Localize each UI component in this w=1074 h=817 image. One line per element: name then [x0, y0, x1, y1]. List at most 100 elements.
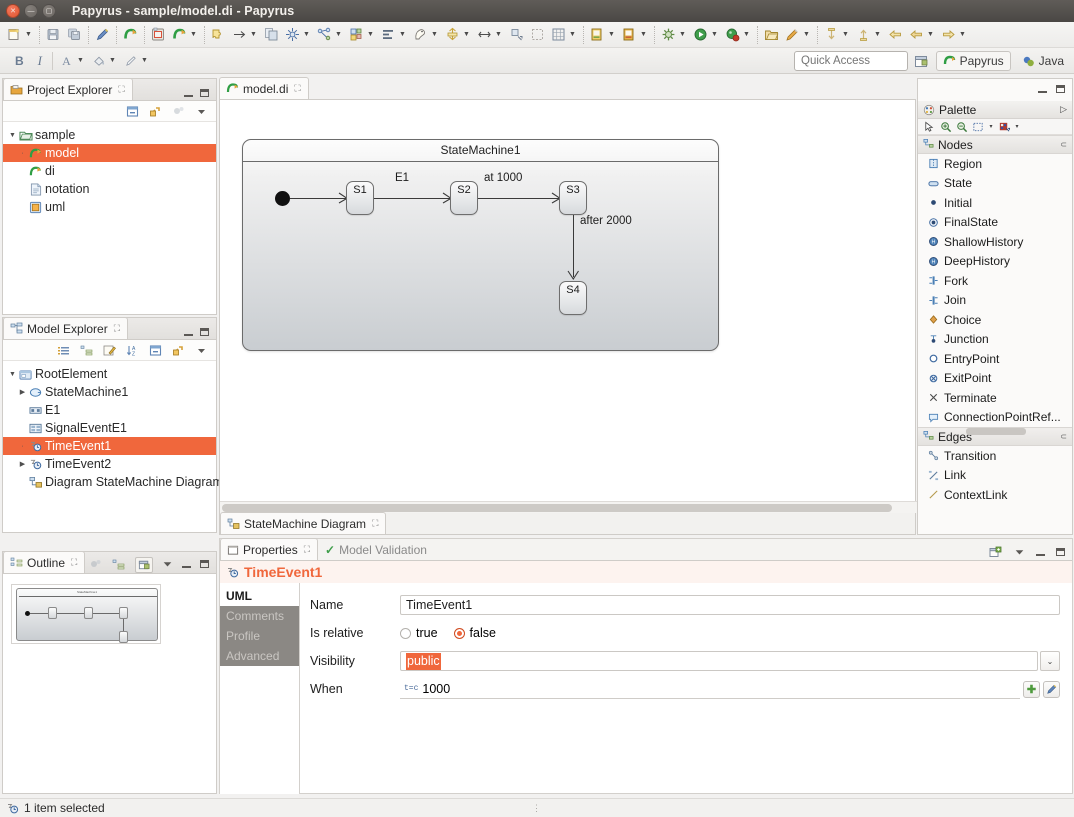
tree-item-e1[interactable]: E1 [3, 401, 216, 419]
maximize-icon[interactable] [1056, 84, 1065, 96]
view-menu-icon[interactable] [194, 104, 208, 118]
chevron-down-icon[interactable]: ▼ [606, 31, 617, 38]
toolbar-new-wizard[interactable]: ▼ [4, 24, 36, 46]
status-resize-grip[interactable]: ⋮ [532, 803, 542, 814]
collapse-all-icon[interactable] [125, 104, 139, 118]
minimize-icon[interactable] [184, 328, 193, 339]
palette-item-join[interactable]: Join [918, 291, 1072, 311]
chevron-down-icon[interactable]: ▼ [638, 31, 649, 38]
toolbar-bird-view[interactable]: ▼ [410, 24, 442, 46]
toolbar-open-folder[interactable] [761, 24, 782, 46]
page-icon[interactable] [89, 558, 103, 572]
close-icon[interactable]: ⛶ [372, 518, 378, 529]
tree-icon[interactable] [112, 558, 126, 572]
visibility-input[interactable]: public [400, 651, 1038, 671]
chevron-down-icon[interactable]: ▼ [188, 31, 199, 38]
close-icon[interactable]: ⛶ [71, 557, 77, 568]
toolbar-link-puzzle[interactable] [208, 24, 229, 46]
maximize-icon[interactable] [1056, 547, 1065, 559]
zoom-out-icon[interactable] [955, 121, 969, 133]
toolbar-forward[interactable]: ▼ [938, 24, 970, 46]
close-icon[interactable]: ⛶ [304, 544, 310, 555]
maximize-button[interactable]: ▢ [42, 4, 56, 18]
chevron-down-icon[interactable]: ▼ [801, 31, 812, 38]
open-perspective-icon[interactable] [913, 52, 931, 70]
toolbar-align-grid[interactable]: ▼ [346, 24, 378, 46]
palette-item-exitpoint[interactable]: ExitPoint [918, 369, 1072, 389]
transition-label-at1000[interactable]: at 1000 [484, 172, 522, 184]
palette-item-terminate[interactable]: Terminate [918, 388, 1072, 408]
close-icon[interactable]: ⛶ [118, 84, 124, 95]
tab-project-explorer[interactable]: Project Explorer ⛶ [3, 78, 133, 100]
palette-item-initial[interactable]: Initial [918, 193, 1072, 213]
italic-button[interactable]: I [31, 50, 49, 72]
transition-label-e1[interactable]: E1 [395, 172, 409, 184]
close-button[interactable]: ✕ [6, 4, 20, 18]
properties-tab-comments[interactable]: Comments [220, 606, 299, 626]
list-icon[interactable] [56, 343, 70, 357]
palette-item-shallowhistory[interactable]: H ShallowHistory [918, 232, 1072, 252]
tab-model-di[interactable]: model.di ⛶ [219, 77, 309, 99]
marquee-icon[interactable] [971, 121, 985, 133]
tree-item-statemachine1[interactable]: ▶ StateMachine1 [3, 383, 216, 401]
chevron-down-icon[interactable]: ▼ [23, 31, 34, 38]
toolbar-open-type[interactable]: ▼ [587, 24, 619, 46]
collapse-all-icon[interactable] [148, 343, 162, 357]
palette-item-connectionpointref-[interactable]: ConnectionPointRef... [918, 408, 1072, 428]
state-s2[interactable]: S2 [450, 181, 478, 215]
line-color-button[interactable]: ▼ [120, 50, 152, 72]
tab-model-explorer[interactable]: Model Explorer ⛶ [3, 317, 129, 339]
chevron-down-icon[interactable]: ▼ [872, 31, 883, 38]
minimize-icon[interactable] [1038, 85, 1047, 96]
chevron-down-icon[interactable]: ▼ [301, 31, 312, 38]
select-tool-icon[interactable] [921, 121, 937, 133]
chevron-down-icon[interactable]: ▼ [709, 31, 720, 38]
chevron-down-icon[interactable]: ▼ [7, 371, 18, 378]
chevron-down-icon[interactable]: ▼ [461, 31, 472, 38]
chevron-down-icon[interactable]: ▼ [248, 31, 259, 38]
format-icon[interactable] [997, 121, 1011, 133]
tree-item-sample[interactable]: ▼ sample [3, 126, 216, 144]
sort-az-icon[interactable]: AZ [125, 343, 139, 357]
when-edit-button[interactable] [1043, 680, 1060, 698]
minimize-button[interactable]: — [24, 4, 38, 18]
toolbar-edit-pencil[interactable] [92, 24, 113, 46]
transition-s1-s2[interactable] [374, 198, 450, 199]
state-s4[interactable]: S4 [559, 281, 587, 315]
palette-item-region[interactable]: Region [918, 154, 1072, 174]
marquee-dropdown-icon[interactable]: ▾ [987, 123, 995, 130]
perspective-java[interactable]: Java [1016, 52, 1070, 70]
chevron-right-icon[interactable]: ▶ [17, 388, 28, 396]
toolbar-arrange-nodes[interactable]: ▼ [314, 24, 346, 46]
toolbar-snap-back[interactable] [506, 24, 527, 46]
palette-scrollbar-thumb[interactable] [966, 428, 1026, 435]
tree-item-notation[interactable]: notation [3, 180, 216, 198]
tree-icon[interactable] [79, 343, 93, 357]
tree-item-uml[interactable]: uml [3, 198, 216, 216]
tab-properties[interactable]: Properties ⛶ [220, 538, 319, 560]
chevron-down-icon[interactable]: ▼ [139, 57, 150, 64]
edit-icon[interactable] [102, 343, 116, 357]
toolbar-papyrus-perspective[interactable] [120, 24, 141, 46]
palette-header[interactable]: Palette ▷ [918, 101, 1072, 119]
maximize-icon[interactable] [200, 328, 209, 339]
toolbar-save-all[interactable] [64, 24, 85, 46]
transition-s2-s3[interactable] [478, 198, 559, 199]
chevron-down-icon[interactable]: ▼ [397, 31, 408, 38]
toolbar-search[interactable]: ▼ [782, 24, 814, 46]
chevron-down-icon[interactable]: ▼ [333, 31, 344, 38]
toolbar-new-papyrus-model[interactable] [148, 24, 169, 46]
tree-item-timeevent1[interactable]: · TimeEvent1 [3, 437, 216, 455]
palette-item-entrypoint[interactable]: EntryPoint [918, 349, 1072, 369]
properties-tab-profile[interactable]: Profile [220, 626, 299, 646]
tree-item-signalevente1[interactable]: SignalEventE1 [3, 419, 216, 437]
link-with-editor-icon[interactable] [171, 343, 185, 357]
close-icon[interactable]: ⛶ [294, 83, 300, 94]
palette-item-state[interactable]: State [918, 174, 1072, 194]
toolbar-grid-toggle[interactable]: ▼ [548, 24, 580, 46]
toolbar-copy-page[interactable] [261, 24, 282, 46]
zoom-in-icon[interactable] [939, 121, 953, 133]
chevron-down-icon[interactable]: ▼ [567, 31, 578, 38]
chevron-down-icon[interactable]: ▼ [677, 31, 688, 38]
toolbar-save[interactable] [43, 24, 64, 46]
